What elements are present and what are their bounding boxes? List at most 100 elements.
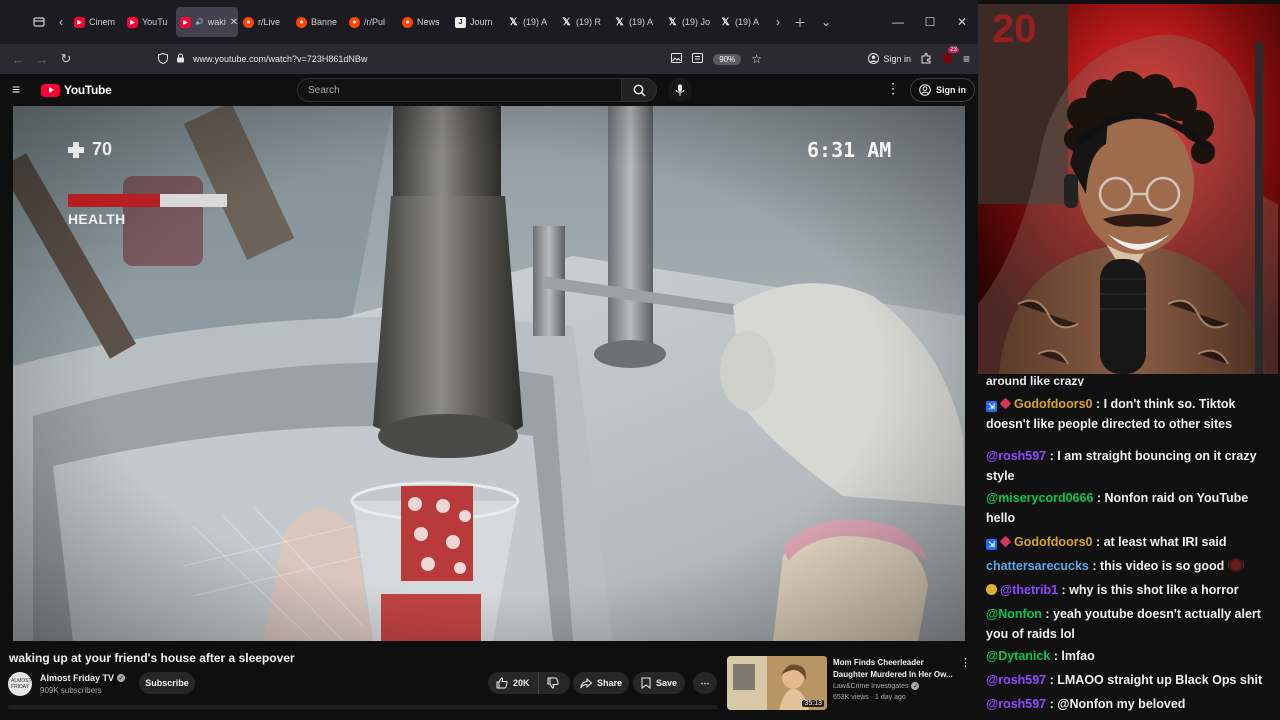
list-all-tabs-icon[interactable]: ⌄ — [813, 8, 839, 36]
forward-icon[interactable]: → — [30, 47, 54, 71]
maximize-icon[interactable]: ☐ — [914, 7, 946, 37]
chat-username[interactable]: @miserycord0666 — [986, 491, 1093, 505]
extensions-puzzle-icon[interactable] — [921, 52, 932, 66]
url-bar[interactable]: www.youtube.com/watch?v=723H861dNBw 90% … — [150, 47, 770, 71]
account-button[interactable]: Sign in — [868, 52, 911, 66]
recommended-channel[interactable]: Law&Crime Investigates ✓ — [833, 682, 920, 690]
bookmark-star-icon[interactable]: ☆ — [751, 52, 762, 66]
chat-emote-icon — [1228, 558, 1245, 572]
youtube-masthead: ≡ YouTube Search ⋮ Sign in — [0, 74, 978, 106]
channel-avatar-text: ALMOST FRIDAY — [11, 678, 32, 690]
browser-tab[interactable]: 𝕏 (19) A — [504, 7, 556, 37]
reload-icon[interactable]: ↻ — [54, 47, 78, 71]
browser-tab[interactable]: ● News — [398, 7, 450, 37]
stream-chat: around like crazy ⇲ Godofdoors0 : I don't… — [978, 374, 1280, 720]
chat-message: @miserycord0666 : Nonfon raid on YouTube… — [986, 488, 1274, 528]
video-player[interactable]: 70 HEALTH 6:31 AM — [13, 106, 965, 641]
streamer-panel: 20 around like crazy ⇲ Godofdoors0: I d… — [978, 0, 1280, 720]
chat-message-text: lmfao — [1061, 649, 1095, 663]
recommended-menu-icon[interactable]: ⋮ — [960, 656, 971, 669]
browser-tab[interactable]: J Journ — [451, 7, 503, 37]
voice-search-button[interactable] — [668, 78, 692, 102]
chat-username[interactable]: @thetrib1 — [1000, 583, 1058, 597]
more-actions-icon[interactable]: ⋯ — [693, 672, 717, 694]
browser-tab[interactable]: 𝕏 (19) R — [557, 7, 609, 37]
video-frame-kitchen-sink — [13, 106, 965, 641]
guide-menu-icon[interactable]: ≡ — [12, 82, 26, 96]
browser-tab[interactable]: ● r/Live — [239, 7, 291, 37]
reader-view-icon[interactable] — [692, 53, 704, 65]
back-icon[interactable]: ← — [6, 47, 30, 71]
save-button[interactable]: Save — [633, 672, 685, 694]
chat-username[interactable]: @rosh597 — [986, 449, 1046, 463]
url-text[interactable]: www.youtube.com/watch?v=723H861dNBw — [193, 54, 367, 64]
like-button[interactable]: 20K — [488, 672, 539, 694]
chat-separator: : — [1046, 673, 1058, 687]
image-icon[interactable] — [671, 53, 683, 65]
browser-tab[interactable]: ● /r/Pul — [345, 7, 397, 37]
chat-separator: : — [1046, 697, 1058, 711]
youtube-icon: ▶ — [74, 16, 85, 28]
browser-tab[interactable]: ▶ 🔊 waki ✕ — [176, 7, 238, 37]
chat-username[interactable]: @rosh597 — [986, 697, 1046, 711]
browser-tab[interactable]: ● Banne — [292, 7, 344, 37]
chat-message: @rosh597 : LMAOO straight up Black Ops s… — [986, 670, 1274, 690]
chat-separator: : — [1041, 607, 1054, 621]
search-input[interactable]: Search — [297, 78, 621, 102]
chat-username[interactable]: @rosh597 — [986, 673, 1046, 687]
chat-username[interactable]: @Dytanick — [986, 649, 1050, 663]
browser-tab[interactable]: 𝕏 (19) A — [716, 7, 768, 37]
svg-text:20: 20 — [992, 7, 1037, 51]
chat-username[interactable]: @Nonfon — [986, 607, 1042, 621]
scroll-tabs-right-icon[interactable]: › — [769, 8, 787, 36]
microphone-icon — [675, 84, 685, 96]
youtube-signin-button[interactable]: Sign in — [910, 78, 975, 102]
settings-kebab-icon[interactable]: ⋮ — [886, 80, 900, 97]
tab-label: waki — [207, 17, 226, 27]
chat-message-text: this video is so good — [1099, 559, 1225, 573]
browser-tab[interactable]: 𝕏 (19) A — [610, 7, 662, 37]
browser-tab[interactable]: ▶ Cinem — [70, 7, 122, 37]
webcam-feed: 20 — [978, 4, 1280, 382]
subscribe-button[interactable]: Subscribe — [139, 672, 195, 694]
tab-close-icon[interactable]: ✕ — [230, 17, 238, 28]
youtube-logo[interactable]: YouTube — [41, 83, 112, 97]
zoom-level-badge[interactable]: 90% — [713, 53, 742, 65]
chat-badge-icon: ⇲ — [986, 401, 997, 412]
tab-label: YouTu — [142, 17, 168, 27]
chat-username[interactable]: chattersarecucks — [986, 559, 1089, 573]
tracking-protection-icon[interactable] — [158, 52, 168, 66]
new-tab-icon[interactable]: ＋ — [787, 8, 813, 36]
chat-message-text: why is this shot like a horror — [1069, 583, 1239, 597]
user-circle-icon — [919, 84, 931, 96]
close-window-icon[interactable]: ✕ — [946, 7, 978, 37]
menu-hamburger-icon[interactable]: ≡ — [963, 52, 970, 66]
horizontal-scrollbar[interactable] — [8, 705, 718, 709]
chat-gem-badge-icon — [999, 397, 1012, 410]
youtube-logo-text: YouTube — [64, 83, 112, 97]
youtube-icon: ▶ — [180, 16, 191, 28]
chat-username[interactable]: Godofdoors0 — [1014, 535, 1092, 549]
like-dislike-group: 20K — [488, 672, 570, 694]
recommended-thumbnail[interactable]: 35:13 — [727, 656, 827, 710]
channel-name: Almost Friday TV — [40, 673, 115, 683]
browser-tab[interactable]: 𝕏 (19) Jo — [663, 7, 715, 37]
lock-icon[interactable] — [176, 53, 185, 65]
audio-playing-icon[interactable]: 🔊 — [195, 18, 204, 26]
browser-tab[interactable]: ▶ YouTu — [123, 7, 175, 37]
tab-strip: ▶ Cinem ▶ YouTu ▶ 🔊 waki ✕ ● r/Live ● Banne ●/r/Pul ●… — [70, 0, 769, 44]
channel-name-link[interactable]: Almost Friday TV ✓ — [40, 673, 126, 683]
ublock-extension-icon[interactable]: 23 — [942, 46, 959, 66]
chat-partial-message: around like crazy — [986, 374, 1085, 386]
minimize-icon[interactable]: — — [882, 7, 914, 37]
search-button[interactable] — [621, 78, 657, 102]
firefox-view-icon[interactable] — [26, 8, 52, 36]
chat-username[interactable]: Godofdoors0 — [1014, 397, 1092, 411]
recommended-title[interactable]: Mom Finds Cheerleader Daughter Murdered … — [833, 657, 957, 681]
dislike-button[interactable] — [539, 672, 567, 694]
scroll-tabs-left-icon[interactable]: ‹ — [52, 8, 70, 36]
channel-avatar[interactable]: ALMOST FRIDAY — [8, 672, 32, 696]
share-button[interactable]: Share — [573, 672, 629, 694]
chat-separator: : — [1088, 559, 1100, 573]
tab-label: (19) Jo — [682, 17, 711, 27]
